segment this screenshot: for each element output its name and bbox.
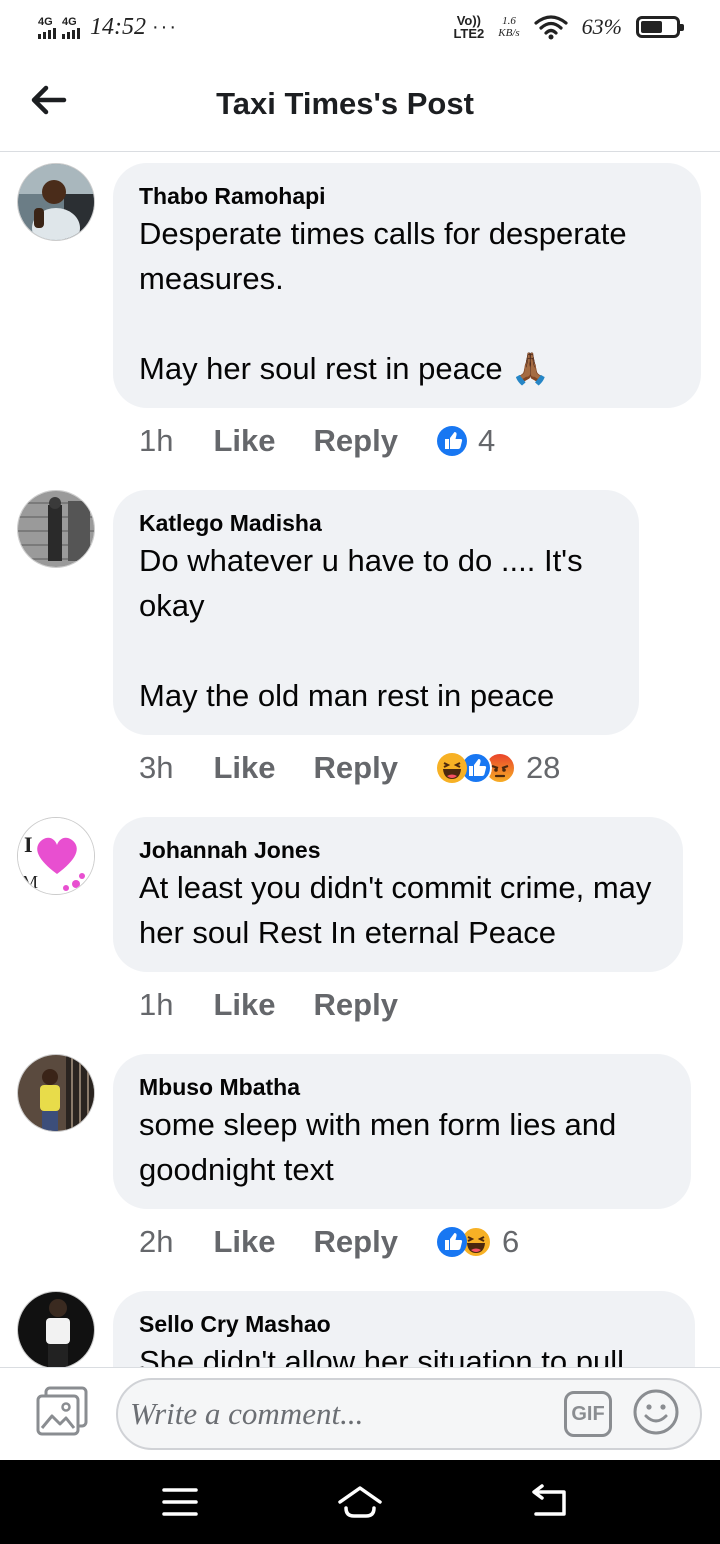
- reply-button[interactable]: Reply: [314, 750, 398, 786]
- comment-text: She didn't allow her situation to pull: [139, 1344, 624, 1367]
- page-title: Taxi Times's Post: [216, 86, 474, 121]
- reply-button[interactable]: Reply: [314, 423, 398, 459]
- svg-text:M: M: [22, 872, 38, 892]
- like-icon: [436, 1227, 467, 1257]
- like-button[interactable]: Like: [213, 1224, 275, 1260]
- reply-button[interactable]: Reply: [314, 987, 398, 1023]
- comment-composer: GIF: [0, 1367, 720, 1460]
- svg-text:I: I: [24, 832, 33, 857]
- avatar[interactable]: [17, 1054, 95, 1132]
- reply-button[interactable]: Reply: [314, 1224, 398, 1260]
- reaction-summary[interactable]: 6: [436, 1224, 519, 1260]
- like-button[interactable]: Like: [213, 423, 275, 459]
- comment-bubble[interactable]: Katlego Madisha Do whatever u have to do…: [113, 490, 639, 735]
- comment-actions: 2h Like Reply 6: [139, 1224, 519, 1260]
- signal-1-icon: 4G: [38, 15, 56, 39]
- like-icon: [436, 426, 467, 456]
- haha-icon: [436, 753, 467, 783]
- avatar[interactable]: I M: [17, 817, 95, 895]
- back-nav-icon[interactable]: [526, 1482, 574, 1522]
- post-header: Taxi Times's Post: [0, 58, 720, 152]
- comment-actions: 1h Like Reply: [139, 987, 436, 1023]
- avatar[interactable]: [17, 490, 95, 568]
- reaction-count: 28: [525, 750, 561, 785]
- network-speed: 1.6 KB/s: [498, 15, 520, 39]
- system-nav-bar: [0, 1460, 720, 1544]
- like-button[interactable]: Like: [213, 987, 275, 1023]
- comment-bubble[interactable]: Sello Cry Mashao She didn't allow her si…: [113, 1291, 695, 1367]
- comment-actions: 3h Like Reply 28: [139, 750, 560, 786]
- comment-time[interactable]: 1h: [139, 987, 173, 1023]
- comment-input-wrapper: GIF: [116, 1378, 702, 1450]
- gif-button[interactable]: GIF: [564, 1391, 612, 1437]
- reaction-count: 6: [501, 1224, 520, 1259]
- reaction-summary[interactable]: 4: [436, 423, 495, 459]
- avatar[interactable]: [17, 1291, 95, 1367]
- comment-bubble[interactable]: Johannah Jones At least you didn't commi…: [113, 817, 683, 972]
- comments-list[interactable]: Thabo Ramohapi Desperate times calls for…: [0, 153, 720, 1367]
- comment-time[interactable]: 2h: [139, 1224, 173, 1260]
- commenter-name[interactable]: Mbuso Mbatha: [139, 1072, 665, 1102]
- photo-icon[interactable]: [34, 1386, 90, 1438]
- comment-text: some sleep with men form lies and goodni…: [139, 1107, 625, 1187]
- commenter-name[interactable]: Sello Cry Mashao: [139, 1309, 669, 1339]
- comment-text: Do whatever u have to do .... It's okay …: [139, 543, 583, 713]
- emoji-icon[interactable]: [632, 1388, 680, 1436]
- comment-time[interactable]: 1h: [139, 423, 173, 459]
- comment-bubble[interactable]: Mbuso Mbatha some sleep with men form li…: [113, 1054, 691, 1209]
- comment-time[interactable]: 3h: [139, 750, 173, 786]
- wifi-icon: [534, 15, 568, 40]
- status-bar: 4G 4G 14:52 ··· Vo)) LTE2 1.6 KB/s 63%: [0, 0, 720, 58]
- battery-percent: 63%: [581, 14, 622, 39]
- volte-indicator: Vo)) LTE2: [453, 13, 485, 41]
- comment-input[interactable]: [130, 1392, 550, 1436]
- commenter-name[interactable]: Thabo Ramohapi: [139, 181, 675, 211]
- more-notifications-icon: ···: [152, 16, 178, 38]
- menu-icon[interactable]: [156, 1482, 204, 1522]
- like-button[interactable]: Like: [213, 750, 275, 786]
- reaction-count: 4: [477, 423, 496, 458]
- comment-bubble[interactable]: Thabo Ramohapi Desperate times calls for…: [113, 163, 701, 408]
- clock: 14:52: [90, 14, 146, 40]
- network-type-2: 4G: [62, 15, 77, 28]
- network-type-1: 4G: [38, 15, 53, 28]
- comment-text: Desperate times calls for desperate meas…: [139, 216, 627, 386]
- avatar[interactable]: [17, 163, 95, 241]
- signal-2-icon: 4G: [62, 15, 80, 39]
- home-icon[interactable]: [336, 1482, 384, 1522]
- comment-actions: 1h Like Reply 4: [139, 423, 495, 459]
- comment-text: At least you didn't commit crime, may he…: [139, 870, 661, 950]
- reaction-summary[interactable]: 28: [436, 750, 560, 786]
- battery-icon: [636, 16, 684, 38]
- commenter-name[interactable]: Katlego Madisha: [139, 508, 613, 538]
- commenter-name[interactable]: Johannah Jones: [139, 835, 657, 865]
